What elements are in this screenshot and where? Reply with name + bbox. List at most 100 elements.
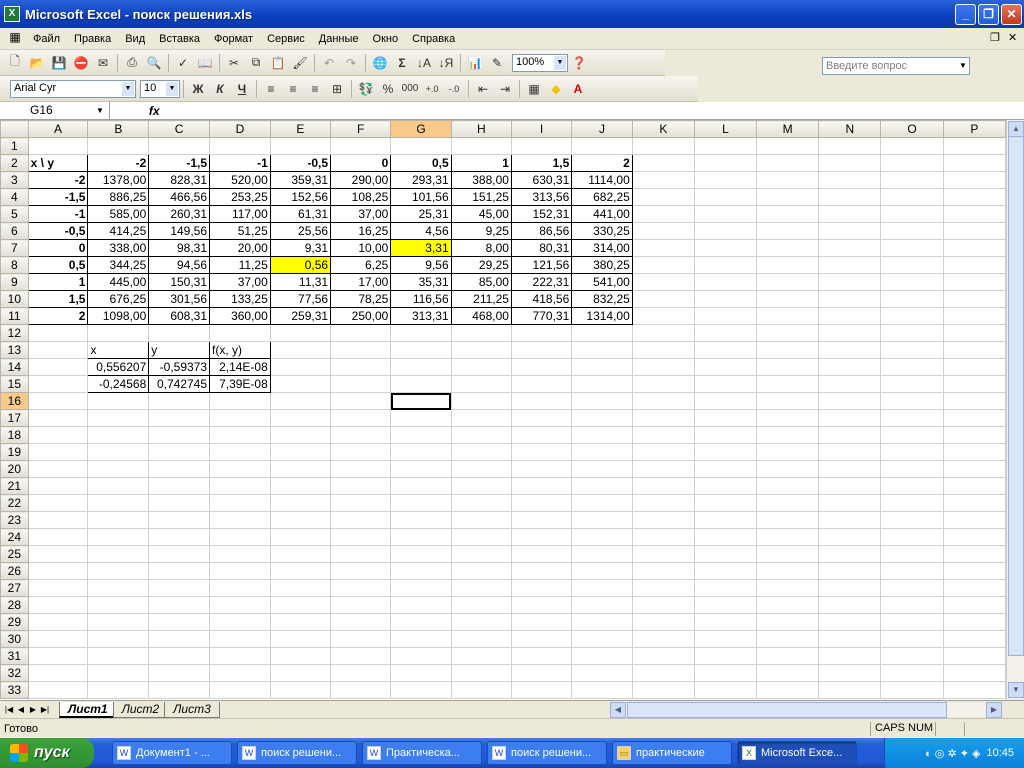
cell[interactable] <box>27 426 89 444</box>
cell[interactable] <box>390 579 452 597</box>
cell[interactable] <box>209 528 271 546</box>
cell[interactable] <box>942 494 1006 512</box>
cell[interactable] <box>390 596 452 614</box>
cell[interactable] <box>269 545 332 563</box>
cell[interactable] <box>450 613 512 631</box>
value-cell[interactable]: 344,25 <box>87 256 150 274</box>
cell[interactable] <box>880 239 944 257</box>
value-cell[interactable]: 25,56 <box>269 222 332 240</box>
cell[interactable] <box>148 562 211 580</box>
column-header[interactable]: K <box>631 120 695 138</box>
row-header[interactable]: 18 <box>0 426 29 444</box>
underline-button[interactable]: Ч <box>231 78 253 100</box>
cell[interactable] <box>942 562 1006 580</box>
cell[interactable] <box>631 290 695 308</box>
cell[interactable] <box>209 494 271 512</box>
namebox-dropdown-icon[interactable]: ▼ <box>96 106 104 115</box>
cell[interactable] <box>756 579 820 597</box>
cell[interactable] <box>27 409 89 427</box>
increase-decimal-icon[interactable]: +.0 <box>421 78 443 100</box>
cell[interactable] <box>390 341 452 359</box>
cell[interactable] <box>390 511 452 529</box>
cell[interactable] <box>87 324 150 342</box>
cell[interactable] <box>756 460 820 478</box>
row-header[interactable]: 11 <box>0 307 29 325</box>
column-header[interactable]: N <box>818 120 882 138</box>
value-cell[interactable]: 832,25 <box>571 290 633 308</box>
cell[interactable] <box>818 324 882 342</box>
y-header-cell[interactable]: -1 <box>209 154 271 172</box>
cell[interactable] <box>269 477 332 495</box>
cell[interactable] <box>148 137 211 155</box>
value-cell[interactable]: 9,25 <box>450 222 512 240</box>
cell[interactable] <box>87 409 150 427</box>
cell[interactable] <box>450 664 512 682</box>
cell[interactable] <box>942 545 1006 563</box>
column-header[interactable]: D <box>209 120 271 138</box>
value-cell[interactable]: 338,00 <box>87 239 150 257</box>
cell[interactable] <box>818 477 882 495</box>
y-header-cell[interactable]: -2 <box>87 154 150 172</box>
cell[interactable] <box>269 324 332 342</box>
value-cell[interactable]: 676,25 <box>87 290 150 308</box>
cell[interactable] <box>818 256 882 274</box>
y-header-cell[interactable]: 0,5 <box>390 154 452 172</box>
copy-icon[interactable]: ⧉ <box>245 52 267 74</box>
cell[interactable] <box>450 409 512 427</box>
taskbar-item-word-doc1[interactable]: W Документ1 - ... <box>112 741 232 765</box>
cell[interactable] <box>818 358 882 376</box>
restore-button[interactable]: ❐ <box>978 4 999 25</box>
cell[interactable] <box>269 375 332 393</box>
cell[interactable] <box>880 188 944 206</box>
cell[interactable] <box>818 341 882 359</box>
cell[interactable] <box>880 579 944 597</box>
cell[interactable] <box>571 562 633 580</box>
cell[interactable] <box>390 375 452 393</box>
start-button[interactable]: пуск <box>0 738 94 768</box>
row-header[interactable]: 20 <box>0 460 29 478</box>
cell[interactable] <box>631 205 695 223</box>
minimize-button[interactable]: _ <box>955 4 976 25</box>
cell[interactable] <box>330 664 392 682</box>
cell[interactable] <box>693 256 758 274</box>
cell[interactable] <box>510 443 573 461</box>
first-sheet-icon[interactable]: |◀ <box>3 705 15 714</box>
cell[interactable] <box>330 511 392 529</box>
cell[interactable] <box>330 681 392 699</box>
cell[interactable] <box>330 596 392 614</box>
column-header[interactable]: J <box>571 120 633 138</box>
cell[interactable] <box>330 375 392 393</box>
cell[interactable] <box>818 239 882 257</box>
value-cell[interactable]: 25,31 <box>390 205 452 223</box>
cell[interactable] <box>27 392 89 410</box>
cell[interactable] <box>209 426 271 444</box>
cell[interactable] <box>148 511 211 529</box>
value-cell[interactable]: 117,00 <box>209 205 271 223</box>
value-cell[interactable]: 418,56 <box>510 290 573 308</box>
cell[interactable] <box>450 562 512 580</box>
cell[interactable] <box>148 528 211 546</box>
cell[interactable] <box>330 426 392 444</box>
research-icon[interactable]: 📖 <box>194 52 216 74</box>
row-header[interactable]: 8 <box>0 256 29 274</box>
save-icon[interactable]: 💾 <box>48 52 70 74</box>
cell[interactable] <box>631 171 695 189</box>
cell[interactable] <box>450 596 512 614</box>
cell[interactable] <box>87 613 150 631</box>
cell[interactable] <box>450 511 512 529</box>
cell[interactable] <box>571 443 633 461</box>
cell[interactable] <box>571 477 633 495</box>
cell[interactable] <box>87 579 150 597</box>
cell[interactable] <box>631 341 695 359</box>
cell[interactable] <box>880 664 944 682</box>
cell[interactable] <box>756 613 820 631</box>
borders-icon[interactable]: ▦ <box>523 78 545 100</box>
cell[interactable] <box>942 256 1006 274</box>
cell[interactable] <box>27 494 89 512</box>
row-header[interactable]: 5 <box>0 205 29 223</box>
cell[interactable] <box>571 375 633 393</box>
cell[interactable] <box>818 511 882 529</box>
cell[interactable] <box>818 171 882 189</box>
cell[interactable] <box>27 511 89 529</box>
taskbar-item-excel[interactable]: X Microsoft Exce... <box>737 741 857 765</box>
